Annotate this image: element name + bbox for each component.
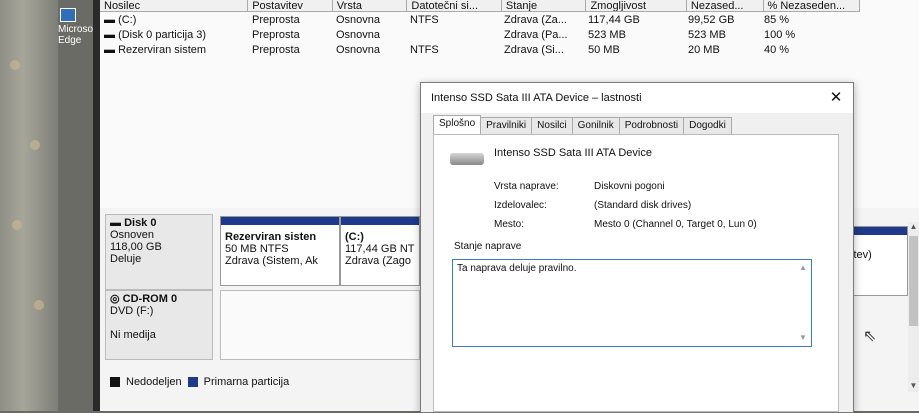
- disk0-label[interactable]: ▬ Disk 0 Osnoven 118,00 GB Deluje: [105, 214, 213, 290]
- device-type-value: Diskovni pogoni: [594, 181, 665, 192]
- volume-name: ▬ (Disk 0 particija 3): [104, 29, 207, 41]
- status-scrollbar[interactable]: ▲ ▼: [797, 262, 809, 344]
- volume-capacity: 523 MB: [588, 29, 626, 41]
- volume-free-percent: 40 %: [764, 44, 790, 56]
- volume-filesystem: NTFS: [410, 44, 439, 56]
- cdrom0-type: DVD (F:): [110, 305, 154, 317]
- legend: Nedodeljen Primarna particija: [100, 370, 440, 394]
- column-header[interactable]: Stanje: [501, 0, 587, 12]
- volume-name: ▬ (C:): [104, 14, 137, 26]
- general-tab-panel: Intenso SSD Sata III ATA Device Vrsta na…: [433, 134, 839, 412]
- disk0-type: Osnoven: [110, 229, 155, 241]
- partition-system-reserved[interactable]: Rezerviran sisten 50 MB NTFS Zdrava (Sis…: [220, 216, 340, 286]
- manufacturer-label: Izdelovalec:: [494, 200, 547, 211]
- volume-type: Osnovna: [336, 29, 381, 41]
- partition-fragment[interactable]: itev): [846, 226, 908, 296]
- volume-status: Zdrava (Si...: [504, 44, 564, 56]
- volume-name: ▬ Rezerviran sistem: [104, 44, 207, 56]
- table-row[interactable]: ▬ (C:) Preprosta Osnovna NTFS Zdrava (Za…: [100, 13, 856, 27]
- partition-status: Zdrava (Zago: [345, 255, 412, 267]
- volume-type: Osnovna: [336, 14, 381, 26]
- scroll-down-icon[interactable]: ▼: [908, 381, 919, 390]
- volume-status: Zdrava (Pa...: [504, 29, 568, 41]
- scrollbar-thumb[interactable]: [909, 236, 918, 326]
- column-header[interactable]: Nezased...: [686, 0, 764, 12]
- mouse-cursor-icon: ⇖: [863, 328, 877, 345]
- cdrom0-label[interactable]: ◎ CD-ROM 0 DVD (F:) Ni medija: [105, 290, 213, 360]
- dialog-titlebar[interactable]: Intenso SSD Sata III ATA Device – lastno…: [421, 83, 853, 113]
- unallocated-swatch: [110, 377, 120, 387]
- location-label: Mesto:: [494, 219, 525, 230]
- cdrom0-area[interactable]: [220, 290, 420, 360]
- volume-free: 523 MB: [688, 29, 726, 41]
- cdrom0-name: ◎ CD-ROM 0: [110, 293, 178, 305]
- partition-status: itev): [851, 249, 872, 261]
- volume-layout: Preprosta: [252, 44, 300, 56]
- device-status-text: Ta naprava deluje pravilno.: [457, 263, 577, 274]
- window-edge: [93, 0, 100, 411]
- edge-shortcut-icon[interactable]: [60, 8, 76, 22]
- partition-size: 50 MB NTFS: [225, 243, 289, 255]
- primary-partition-bar: [341, 217, 419, 225]
- partition-name: Rezerviran sisten: [225, 231, 317, 243]
- column-header[interactable]: Zmogljivost: [586, 0, 687, 12]
- partition-size: 117,44 GB NT: [345, 243, 415, 255]
- table-row[interactable]: ▬ Rezerviran sistem Preprosta Osnovna NT…: [100, 43, 856, 57]
- wall-pattern-dot: [30, 140, 40, 150]
- location-value: Mesto 0 (Channel 0, Target 0, Lun 0): [594, 219, 757, 230]
- volume-free: 99,52 GB: [688, 14, 735, 26]
- device-properties-dialog: Intenso SSD Sata III ATA Device – lastno…: [420, 82, 854, 413]
- column-header[interactable]: Datotečni si...: [407, 0, 502, 12]
- volume-filesystem: NTFS: [410, 14, 439, 26]
- cdrom0-status: Ni medija: [110, 329, 156, 341]
- scroll-up-icon[interactable]: ▲: [908, 222, 919, 231]
- volume-free-percent: 100 %: [764, 29, 796, 41]
- partition-c[interactable]: (C:) 117,44 GB NT Zdrava (Zago: [340, 216, 420, 286]
- manufacturer-value: (Standard disk drives): [594, 200, 692, 211]
- volume-capacity: 50 MB: [588, 44, 620, 56]
- column-header[interactable]: Nosilec: [100, 0, 249, 12]
- scroll-up-icon[interactable]: ▲: [797, 262, 809, 274]
- primary-partition-bar: [221, 217, 339, 225]
- cd-icon: ◎: [110, 293, 120, 305]
- disk0-status: Deluje: [110, 253, 142, 265]
- volume-layout: Preprosta: [252, 14, 300, 26]
- volume-status: Zdrava (Za...: [504, 14, 567, 26]
- legend-primary: Primarna particija: [203, 376, 290, 388]
- device-type-label: Vrsta naprave:: [494, 181, 559, 192]
- volume-free-percent: 85 %: [764, 14, 790, 26]
- primary-partition-bar: [847, 227, 907, 235]
- scroll-down-icon[interactable]: ▼: [797, 332, 809, 344]
- device-status-textbox[interactable]: Ta naprava deluje pravilno. ▲ ▼: [452, 259, 812, 347]
- wall-pattern-dot: [12, 220, 22, 230]
- vertical-scrollbar[interactable]: ▲ ▼: [908, 222, 919, 392]
- drive-icon: [450, 153, 484, 165]
- wall-pattern-dot: [34, 300, 44, 310]
- device-name: Intenso SSD Sata III ATA Device: [494, 147, 652, 159]
- column-header[interactable]: % Nezaseden...: [763, 0, 860, 12]
- partition-status: Zdrava (Sistem, Ak: [225, 255, 318, 267]
- volume-free: 20 MB: [688, 44, 720, 56]
- disk0-size: 118,00 GB: [110, 241, 162, 253]
- table-row[interactable]: ▬ (Disk 0 particija 3) Preprosta Osnovna…: [100, 28, 856, 42]
- primary-swatch: [187, 377, 198, 387]
- volume-layout: Preprosta: [252, 29, 300, 41]
- volume-list-header: Nosilec Postavitev Vrsta Datotečni si...…: [100, 0, 860, 12]
- dialog-title: Intenso SSD Sata III ATA Device – lastno…: [431, 92, 642, 104]
- volume-type: Osnovna: [336, 44, 381, 56]
- column-header[interactable]: Vrsta: [332, 0, 408, 12]
- volume-filesystem: [406, 28, 500, 42]
- partition-name: (C:): [345, 231, 364, 243]
- volume-capacity: 117,44 GB: [588, 14, 640, 26]
- legend-unallocated: Nedodeljen: [126, 376, 182, 388]
- wall-pattern-dot: [10, 60, 20, 70]
- device-status-group-label: Stanje naprave: [452, 241, 524, 252]
- column-header[interactable]: Postavitev: [248, 0, 333, 12]
- disk0-name: ▬ Disk 0: [110, 217, 157, 229]
- background-wall: [0, 0, 58, 411]
- close-icon[interactable]: ✕: [827, 89, 845, 107]
